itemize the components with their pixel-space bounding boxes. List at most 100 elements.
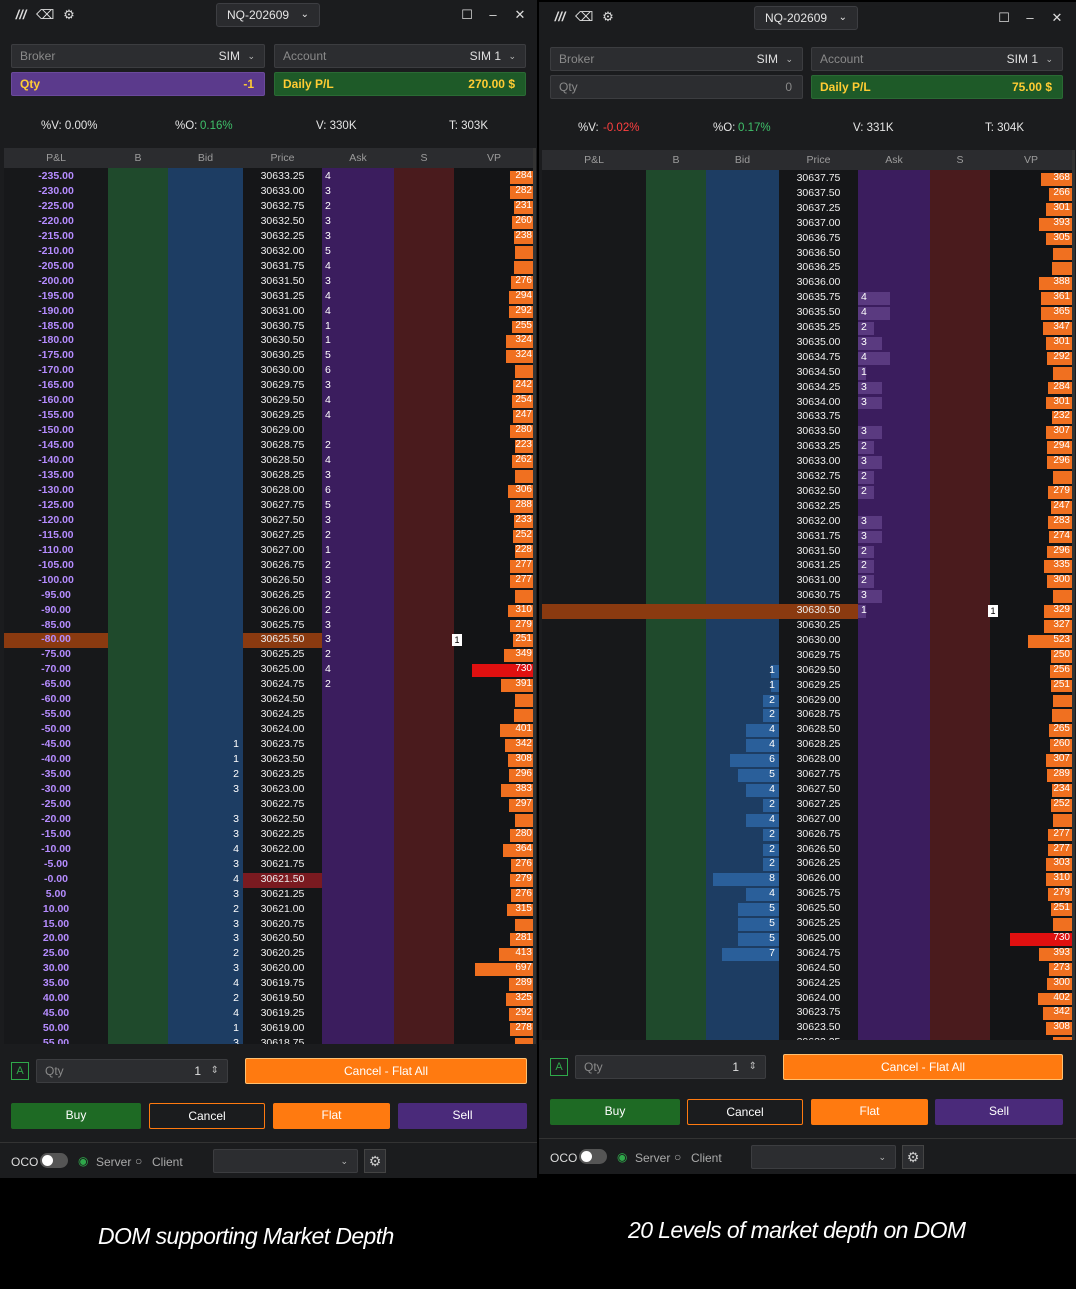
column-header-s[interactable]: S <box>930 154 990 166</box>
strategy-select[interactable]: ⌄ <box>213 1149 358 1173</box>
price-cell[interactable]: 30619.00 <box>243 1022 322 1034</box>
price-cell[interactable]: 30623.75 <box>243 738 322 750</box>
ladder-row[interactable]: 30636.75 305 <box>542 232 1072 247</box>
ladder-row[interactable]: 30630.50 1 329 1 <box>542 604 1072 619</box>
price-ladder[interactable]: P&L B Bid Price Ask S VP -235.00 30633.25 4 284 -23… <box>4 148 534 1044</box>
column-header-ask[interactable]: Ask <box>858 154 930 166</box>
price-cell[interactable]: 30636.25 <box>779 261 858 273</box>
price-cell[interactable]: 30635.50 <box>779 306 858 318</box>
ladder-row[interactable]: 30632.75 2 <box>542 470 1072 485</box>
ladder-row[interactable]: -150.00 30629.00 280 <box>4 424 534 439</box>
price-cell[interactable]: 30624.50 <box>243 693 322 705</box>
cancel-button[interactable]: Cancel <box>149 1103 265 1129</box>
gear-icon[interactable]: ⚙ <box>60 7 78 23</box>
column-header-pl[interactable]: P&L <box>4 152 108 164</box>
order-qty-input[interactable]: Qty 1 ⇕ <box>36 1059 228 1083</box>
bid-size[interactable]: 2 <box>706 708 775 720</box>
price-cell[interactable]: 30635.25 <box>779 321 858 333</box>
ladder-row[interactable]: 30627.50 4 234 <box>542 783 1072 798</box>
ladder-row[interactable]: 20.00 30620.50 3 281 <box>4 932 534 947</box>
client-radio-icon[interactable]: ○ <box>135 1154 142 1168</box>
price-cell[interactable]: 30627.25 <box>779 798 858 810</box>
price-cell[interactable]: 30629.00 <box>243 424 322 436</box>
price-cell[interactable]: 30636.00 <box>779 276 858 288</box>
price-cell[interactable]: 30633.00 <box>779 455 858 467</box>
price-cell[interactable]: 30629.00 <box>779 694 858 706</box>
ladder-row[interactable]: 30635.50 4 365 <box>542 306 1072 321</box>
ladder-row[interactable]: 35.00 30619.75 4 289 <box>4 977 534 992</box>
ladder-row[interactable]: 30631.75 3 274 <box>542 530 1072 545</box>
column-header-price[interactable]: Price <box>243 152 322 164</box>
price-cell[interactable]: 30621.75 <box>243 858 322 870</box>
price-cell[interactable]: 30627.75 <box>779 768 858 780</box>
price-cell[interactable]: 30620.25 <box>243 947 322 959</box>
ladder-row[interactable]: 30626.50 2 277 <box>542 843 1072 858</box>
column-header-pl[interactable]: P&L <box>542 154 646 166</box>
ladder-row[interactable]: -190.00 30631.00 4 292 <box>4 305 534 320</box>
flat-button[interactable]: Flat <box>273 1103 390 1129</box>
ladder-row[interactable]: 30629.50 1 256 <box>542 664 1072 679</box>
bid-size[interactable]: 6 <box>706 753 775 765</box>
price-cell[interactable]: 30628.25 <box>243 469 322 481</box>
price-ladder[interactable]: P&L B Bid Price Ask S VP 30637.75 368 30637.50 266… <box>542 150 1072 1040</box>
cancel-flat-all-button[interactable]: Cancel - Flat All <box>245 1058 527 1084</box>
ladder-row[interactable]: 30624.50 273 <box>542 962 1072 977</box>
price-cell[interactable]: 30635.00 <box>779 336 858 348</box>
bid-size[interactable]: 5 <box>706 932 775 944</box>
ask-size[interactable]: 5 <box>325 349 331 361</box>
ladder-row[interactable]: 30633.50 3 307 <box>542 425 1072 440</box>
ladder-row[interactable]: -90.00 30626.00 2 310 <box>4 604 534 619</box>
price-cell[interactable]: 30620.75 <box>243 918 322 930</box>
ask-size[interactable]: 5 <box>325 245 331 257</box>
ladder-row[interactable]: 30629.75 250 <box>542 649 1072 664</box>
ladder-row[interactable]: 55.00 30618.75 3 <box>4 1037 534 1044</box>
price-cell[interactable]: 30626.75 <box>243 559 322 571</box>
price-cell[interactable]: 30627.00 <box>779 813 858 825</box>
price-cell[interactable]: 30624.25 <box>779 977 858 989</box>
ladder-row[interactable]: -110.00 30627.00 1 228 <box>4 544 534 559</box>
ladder-row[interactable]: -215.00 30632.25 3 238 <box>4 230 534 245</box>
bid-size[interactable]: 2 <box>706 694 775 706</box>
ask-size[interactable]: 4 <box>325 409 331 421</box>
column-header-s[interactable]: S <box>394 152 454 164</box>
ask-size[interactable]: 5 <box>325 499 331 511</box>
ask-size[interactable]: 3 <box>325 379 331 391</box>
ask-size[interactable]: 3 <box>325 469 331 481</box>
price-cell[interactable]: 30630.50 <box>779 604 858 616</box>
ladder-row[interactable]: -15.00 30622.25 3 280 <box>4 828 534 843</box>
price-cell[interactable]: 30625.00 <box>779 932 858 944</box>
eraser-icon[interactable]: ⌫ <box>575 9 593 25</box>
flat-button[interactable]: Flat <box>811 1099 928 1125</box>
strategy-select[interactable]: ⌄ <box>751 1145 896 1169</box>
bid-size[interactable]: 3 <box>168 932 239 944</box>
ladder-row[interactable]: -0.00 30621.50 4 279 <box>4 872 534 888</box>
price-cell[interactable]: 30634.25 <box>779 381 858 393</box>
ladder-row[interactable]: 30623.50 308 <box>542 1021 1072 1036</box>
working-order-marker[interactable]: 1 <box>988 605 998 618</box>
ask-size[interactable]: 3 <box>325 185 331 197</box>
price-cell[interactable]: 30619.25 <box>243 1007 322 1019</box>
sell-button[interactable]: Sell <box>398 1103 527 1129</box>
bid-size[interactable]: 4 <box>168 1007 239 1019</box>
price-cell[interactable]: 30637.75 <box>779 172 858 184</box>
ladder-row[interactable]: 30637.50 266 <box>542 187 1072 202</box>
ask-size[interactable]: 4 <box>861 351 867 363</box>
ladder-row[interactable]: 30628.00 6 307 <box>542 753 1072 768</box>
price-cell[interactable]: 30620.50 <box>243 932 322 944</box>
ladder-row[interactable]: 30626.75 2 277 <box>542 828 1072 843</box>
bid-size[interactable]: 2 <box>168 768 239 780</box>
price-cell[interactable]: 30637.25 <box>779 202 858 214</box>
ask-size[interactable]: 3 <box>861 396 867 408</box>
price-cell[interactable]: 30624.50 <box>779 962 858 974</box>
ladder-row[interactable]: -205.00 30631.75 4 <box>4 260 534 275</box>
ask-size[interactable]: 2 <box>325 678 331 690</box>
price-cell[interactable]: 30631.25 <box>779 559 858 571</box>
ladder-row[interactable]: -25.00 30622.75 297 <box>4 798 534 813</box>
price-cell[interactable]: 30627.50 <box>779 783 858 795</box>
stepper-icon[interactable]: ⇕ <box>749 1056 757 1078</box>
ladder-row[interactable]: 30634.25 3 284 <box>542 381 1072 396</box>
ladder-row[interactable]: 5.00 30621.25 3 276 <box>4 888 534 903</box>
price-cell[interactable]: 30637.00 <box>779 217 858 229</box>
ladder-row[interactable]: -10.00 30622.00 4 364 <box>4 843 534 858</box>
price-cell[interactable]: 30636.75 <box>779 232 858 244</box>
